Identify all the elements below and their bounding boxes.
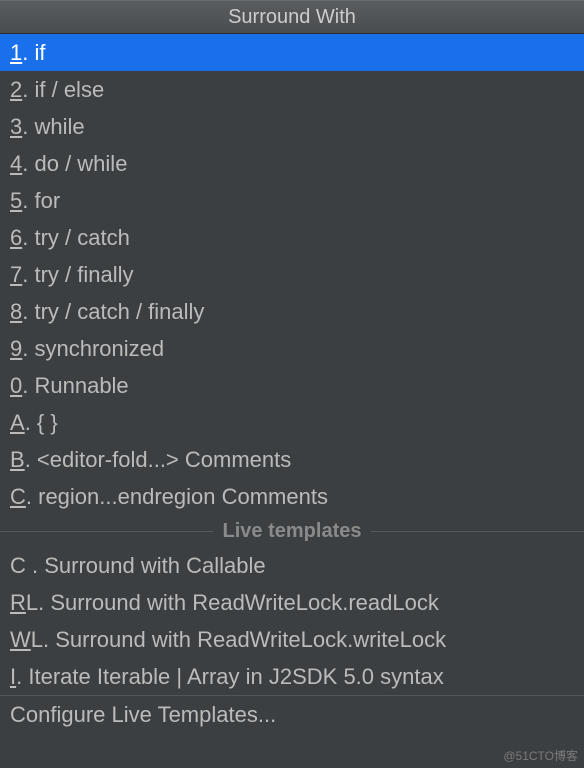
configure-live-templates-link[interactable]: Configure Live Templates... — [0, 695, 584, 733]
item-prefix: . — [22, 114, 34, 140]
item-label: if — [34, 40, 45, 66]
item-prefix: . — [26, 484, 38, 510]
surround-item[interactable]: 2. if / else — [0, 71, 584, 108]
item-label: region...endregion Comments — [38, 484, 328, 510]
item-prefix: . — [22, 336, 34, 362]
item-label: Runnable — [34, 373, 128, 399]
title-bar: Surround With — [0, 0, 584, 34]
item-mnemonic: 9 — [10, 336, 22, 362]
item-label: try / finally — [34, 262, 133, 288]
item-mnemonic: 2 — [10, 77, 22, 103]
item-prefix: . — [22, 40, 34, 66]
item-mnemonic: 5 — [10, 188, 22, 214]
item-prefix: . — [22, 262, 34, 288]
surround-item[interactable]: C. region...endregion Comments — [0, 478, 584, 515]
live-templates-list: C . Surround with CallableRL. Surround w… — [0, 547, 584, 695]
item-mnemonic: C — [10, 484, 26, 510]
item-mnemonic: 0 — [10, 373, 22, 399]
live-templates-separator: Live templates — [0, 515, 584, 547]
item-prefix: . — [22, 225, 34, 251]
item-label: do / while — [34, 151, 127, 177]
item-label: try / catch — [34, 225, 129, 251]
separator-line — [0, 531, 213, 532]
item-mnemonic: W — [10, 627, 31, 653]
live-template-item[interactable]: I. Iterate Iterable | Array in J2SDK 5.0… — [0, 658, 584, 695]
surround-item[interactable]: 0. Runnable — [0, 367, 584, 404]
live-template-item[interactable]: RL. Surround with ReadWriteLock.readLock — [0, 584, 584, 621]
item-label: Iterate Iterable | Array in J2SDK 5.0 sy… — [28, 664, 443, 690]
item-prefix: . — [22, 151, 34, 177]
item-mnemonic: A — [10, 410, 25, 436]
surround-with-popup: 1. if2. if / else3. while4. do / while5.… — [0, 34, 584, 733]
separator-line — [371, 531, 584, 532]
item-prefix: . — [22, 299, 34, 325]
footer-label: Configure Live Templates... — [10, 702, 276, 728]
item-mnemonic: 6 — [10, 225, 22, 251]
item-prefix: C . — [10, 553, 44, 579]
item-label: for — [34, 188, 60, 214]
item-label: { } — [37, 410, 58, 436]
separator-label: Live templates — [223, 520, 362, 543]
item-label: while — [34, 114, 84, 140]
item-label: Surround with ReadWriteLock.readLock — [50, 590, 438, 616]
surround-item[interactable]: 4. do / while — [0, 145, 584, 182]
item-mnemonic: 7 — [10, 262, 22, 288]
item-label: try / catch / finally — [34, 299, 204, 325]
item-label: <editor-fold...> Comments — [37, 447, 291, 473]
surround-item[interactable]: 1. if — [0, 34, 584, 71]
surround-item[interactable]: 6. try / catch — [0, 219, 584, 256]
item-label: Surround with Callable — [44, 553, 265, 579]
surround-item[interactable]: 3. while — [0, 108, 584, 145]
surround-item[interactable]: 7. try / finally — [0, 256, 584, 293]
surround-item[interactable]: A. { } — [0, 404, 584, 441]
item-prefix: L. — [31, 627, 55, 653]
item-mnemonic: B — [10, 447, 25, 473]
item-prefix: . — [22, 373, 34, 399]
item-prefix: . — [16, 664, 28, 690]
item-prefix: . — [25, 410, 37, 436]
item-prefix: . — [22, 77, 34, 103]
item-mnemonic: 1 — [10, 40, 22, 66]
item-prefix: . — [25, 447, 37, 473]
surround-item[interactable]: B. <editor-fold...> Comments — [0, 441, 584, 478]
watermark: @51CTO博客 — [503, 747, 578, 764]
main-items-list: 1. if2. if / else3. while4. do / while5.… — [0, 34, 584, 515]
item-prefix: L. — [26, 590, 50, 616]
surround-item[interactable]: 9. synchronized — [0, 330, 584, 367]
item-label: if / else — [34, 77, 104, 103]
item-prefix: . — [22, 188, 34, 214]
item-label: Surround with ReadWriteLock.writeLock — [55, 627, 446, 653]
item-mnemonic: R — [10, 590, 26, 616]
live-template-item[interactable]: WL. Surround with ReadWriteLock.writeLoc… — [0, 621, 584, 658]
item-mnemonic: 4 — [10, 151, 22, 177]
surround-item[interactable]: 5. for — [0, 182, 584, 219]
item-mnemonic: 3 — [10, 114, 22, 140]
item-mnemonic: 8 — [10, 299, 22, 325]
surround-item[interactable]: 8. try / catch / finally — [0, 293, 584, 330]
popup-title: Surround With — [228, 6, 356, 29]
live-template-item[interactable]: C . Surround with Callable — [0, 547, 584, 584]
item-label: synchronized — [34, 336, 164, 362]
